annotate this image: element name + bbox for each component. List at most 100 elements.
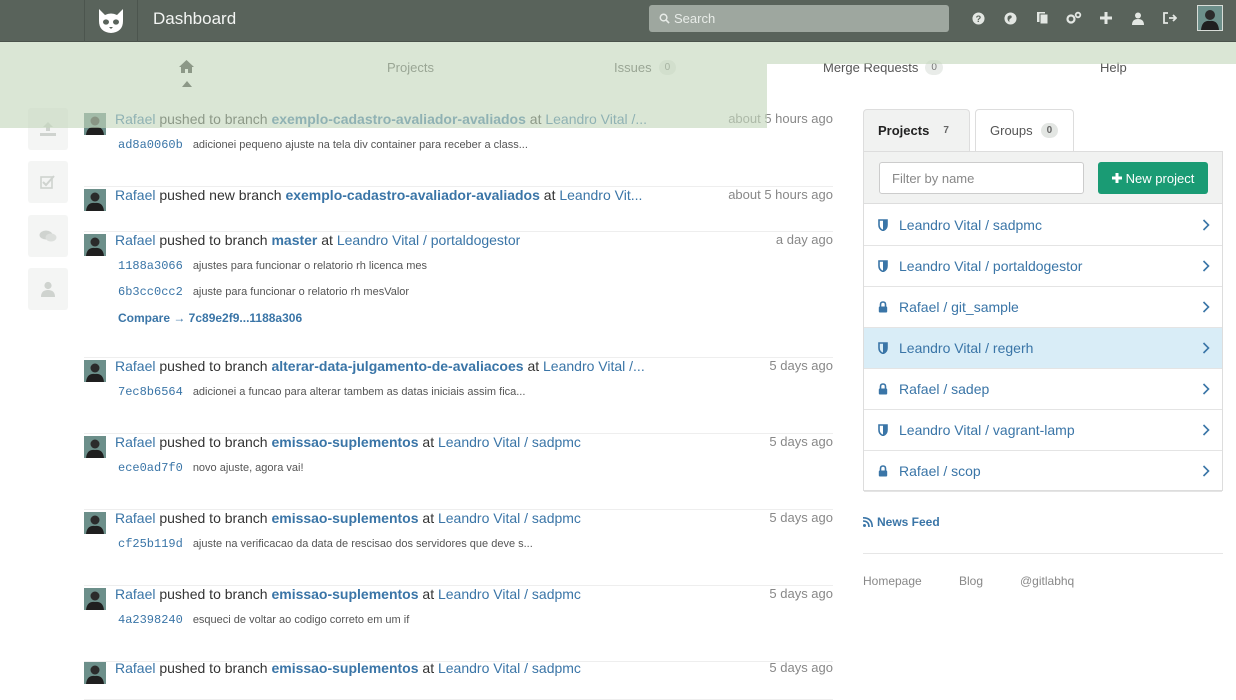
new-icon[interactable] [1090, 0, 1122, 36]
lock-icon [878, 383, 890, 395]
event-user-avatar[interactable] [84, 662, 106, 684]
project-row[interactable]: Leandro Vital / sadpmc [864, 205, 1222, 246]
project-row[interactable]: Rafael / git_sample [864, 287, 1222, 328]
compare-link[interactable]: Compare → 7c89e2f9...1188a306 [118, 311, 302, 325]
commit-sha-link[interactable]: ece0ad7f0 [118, 461, 183, 475]
search-input[interactable] [674, 11, 934, 26]
snippets-icon[interactable] [1026, 0, 1058, 36]
event-branch-link[interactable]: alterar-data-julgamento-de-avaliacoes [271, 358, 523, 374]
event-branch-link[interactable]: emissao-suplementos [271, 586, 418, 602]
nav-help[interactable]: Help [1100, 60, 1127, 75]
filter-by-name-input[interactable] [879, 162, 1084, 194]
event-project-link[interactable]: Leandro Vital / sadpmc [438, 434, 581, 450]
commit-sha-link[interactable]: 6b3cc0cc2 [118, 285, 183, 299]
commit-sha-link[interactable]: 4a2398240 [118, 613, 183, 627]
commit-sha-link[interactable]: ad8a0060b [118, 138, 183, 152]
profile-icon[interactable] [1122, 0, 1154, 36]
event-project-link[interactable]: Leandro Vital / sadpmc [438, 510, 581, 526]
footer-blog-link[interactable]: Blog [959, 574, 983, 588]
event-project-link[interactable]: Leandro Vital /... [543, 358, 645, 374]
project-name: Rafael / sadep [899, 381, 990, 397]
event-branch-link[interactable]: exemplo-cadastro-avaliador-avaliados [285, 187, 539, 203]
tab-groups[interactable]: Groups 0 [975, 109, 1074, 151]
event-item: Rafael pushed to branch emissao-suplemen… [84, 434, 833, 510]
event-user-avatar[interactable] [84, 113, 106, 135]
project-row[interactable]: Leandro Vital / regerh [864, 328, 1222, 369]
admin-icon[interactable] [1058, 0, 1090, 36]
chevron-right-icon [1202, 259, 1210, 275]
nav-help-label: Help [1100, 60, 1127, 75]
plus-icon [1111, 173, 1122, 183]
project-row[interactable]: Leandro Vital / vagrant-lamp [864, 410, 1222, 451]
event-user-link[interactable]: Rafael [115, 434, 155, 450]
event-title: Rafael pushed to branch emissao-suplemen… [115, 434, 581, 450]
event-at: at [422, 586, 435, 602]
footer-twitter-link[interactable]: @gitlabhq [1020, 574, 1074, 588]
tab-projects[interactable]: Projects 7 [863, 109, 970, 151]
filter-comments[interactable] [28, 215, 68, 257]
footer-homepage-link[interactable]: Homepage [863, 574, 922, 588]
event-user-link[interactable]: Rafael [115, 358, 155, 374]
event-user-link[interactable]: Rafael [115, 187, 155, 203]
news-feed-link[interactable]: News Feed [863, 515, 940, 529]
event-time: about 5 hours ago [728, 111, 833, 126]
nav-merge-requests[interactable]: Merge Requests 0 [823, 60, 943, 75]
tab-projects-label: Projects [878, 123, 930, 138]
event-action: pushed to branch [159, 111, 268, 127]
event-user-avatar[interactable] [84, 436, 106, 458]
event-item: Rafael pushed to branch exemplo-cadastro… [84, 111, 833, 187]
logout-icon[interactable] [1154, 0, 1186, 36]
event-branch-link[interactable]: emissao-suplementos [271, 510, 418, 526]
user-avatar[interactable] [1197, 5, 1223, 31]
event-user-link[interactable]: Rafael [115, 586, 155, 602]
event-project-link[interactable]: Leandro Vit... [559, 187, 642, 203]
project-row[interactable]: Rafael / sadep [864, 369, 1222, 410]
project-row[interactable]: Rafael / scop [864, 451, 1222, 492]
filter-push-events[interactable] [28, 108, 68, 150]
explore-icon[interactable] [994, 0, 1026, 36]
shield-icon [878, 260, 890, 272]
commit-sha-link[interactable]: 7ec8b6564 [118, 385, 183, 399]
event-item: Rafael pushed to branch master at Leandr… [84, 232, 833, 358]
event-user-avatar[interactable] [84, 512, 106, 534]
event-at: at [422, 510, 435, 526]
commit-sha-link[interactable]: 1188a3066 [118, 259, 183, 273]
event-user-avatar[interactable] [84, 588, 106, 610]
nav-issues[interactable]: Issues 0 [614, 60, 677, 75]
event-branch-link[interactable]: emissao-suplementos [271, 660, 418, 676]
event-user-avatar[interactable] [84, 189, 106, 211]
issues-count-badge: 0 [658, 60, 677, 75]
event-user-link[interactable]: Rafael [115, 111, 155, 127]
event-title: Rafael pushed to branch emissao-suplemen… [115, 660, 581, 676]
nav-home[interactable] [178, 59, 195, 79]
event-title: Rafael pushed to branch master at Leandr… [115, 232, 520, 248]
event-user-link[interactable]: Rafael [115, 510, 155, 526]
nav-projects[interactable]: Projects [387, 60, 434, 75]
event-project-link[interactable]: Leandro Vital /... [545, 111, 647, 127]
project-name: Rafael / scop [899, 463, 981, 479]
event-branch-link[interactable]: master [271, 232, 317, 248]
filter-team-events[interactable] [28, 268, 68, 310]
event-user-avatar[interactable] [84, 234, 106, 256]
comments-icon [39, 230, 57, 242]
event-project-link[interactable]: Leandro Vital / sadpmc [438, 586, 581, 602]
commit-message: ajuste para funcionar o relatorio rh mes… [192, 286, 410, 298]
new-project-button[interactable]: New project [1098, 162, 1208, 194]
event-branch-link[interactable]: emissao-suplementos [271, 434, 418, 450]
gitlab-logo[interactable] [84, 0, 138, 42]
event-project-link[interactable]: Leandro Vital / portaldogestor [337, 232, 520, 248]
event-project-link[interactable]: Leandro Vital / sadpmc [438, 660, 581, 676]
event-user-avatar[interactable] [84, 360, 106, 382]
commit-row: 4a2398240 esqueci de voltar ao codigo cor… [118, 613, 409, 627]
search-box[interactable] [649, 5, 949, 32]
commit-sha-link[interactable]: cf25b119d [118, 537, 183, 551]
event-user-link[interactable]: Rafael [115, 232, 155, 248]
team-events-icon [41, 281, 55, 297]
project-row[interactable]: Leandro Vital / portaldogestor [864, 246, 1222, 287]
shield-icon [878, 424, 890, 436]
filter-issue-events[interactable] [28, 161, 68, 203]
help-icon[interactable]: ? [962, 0, 994, 36]
event-branch-link[interactable]: exemplo-cadastro-avaliador-avaliados [271, 111, 525, 127]
event-user-link[interactable]: Rafael [115, 660, 155, 676]
commit-row: ece0ad7f0 novo ajuste, agora vai! [118, 461, 304, 475]
